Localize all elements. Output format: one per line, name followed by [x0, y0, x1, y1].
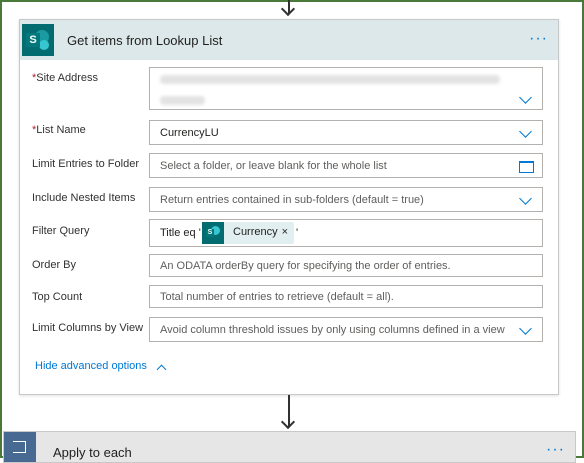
filter-query-field[interactable]: Title eq ' S Currency × ' — [149, 219, 543, 247]
limit-folder-placeholder: Select a folder, or leave blank for the … — [160, 159, 387, 172]
filter-query-label: Filter Query — [32, 225, 90, 237]
card-header[interactable]: S Get items from Lookup List ··· — [20, 20, 558, 60]
chevron-down-icon[interactable] — [519, 91, 532, 104]
more-options-button[interactable]: ··· — [529, 30, 548, 48]
connector-arrow-bottom — [280, 395, 296, 430]
order-by-placeholder: An ODATA orderBy query for specifying th… — [160, 259, 451, 272]
action-card-get-items: S Get items from Lookup List ··· *Site A… — [19, 19, 559, 395]
chevron-down-icon[interactable] — [519, 125, 532, 138]
sharepoint-icon: S — [202, 222, 224, 244]
hide-advanced-options-link[interactable]: Hide advanced options — [35, 360, 147, 372]
limit-folder-label: Limit Entries to Folder — [32, 158, 139, 170]
connector-arrow-top — [280, 0, 296, 18]
limit-columns-label: Limit Columns by View — [32, 322, 144, 334]
top-count-label: Top Count — [32, 291, 83, 303]
limit-columns-value: Avoid column threshold issues by only us… — [160, 323, 505, 336]
limit-folder-field[interactable]: Select a folder, or leave blank for the … — [149, 153, 543, 178]
card-title: Get items from Lookup List — [67, 33, 223, 48]
token-close-icon[interactable]: × — [282, 226, 288, 238]
site-address-field[interactable] — [149, 67, 543, 110]
chevron-down-icon[interactable] — [519, 192, 532, 205]
chevron-up-icon[interactable] — [156, 364, 167, 375]
filter-query-prefix: Title eq ' — [160, 227, 201, 239]
more-options-button[interactable]: ··· — [546, 441, 565, 459]
list-name-label: *List Name — [32, 124, 86, 136]
filter-query-suffix: ' — [296, 227, 299, 239]
chevron-down-icon[interactable] — [519, 322, 532, 335]
list-name-field[interactable]: CurrencyLU — [149, 120, 543, 145]
site-address-blurred-value — [160, 75, 500, 84]
nested-items-field[interactable]: Return entries contained in sub-folders … — [149, 187, 543, 212]
limit-columns-field[interactable]: Avoid column threshold issues by only us… — [149, 317, 543, 342]
token-label: Currency — [233, 226, 278, 238]
action-card-apply-to-each[interactable]: Apply to each ··· — [3, 431, 576, 463]
folder-icon[interactable] — [519, 161, 534, 173]
sharepoint-icon: S — [22, 24, 54, 56]
nested-items-label: Include Nested Items — [32, 192, 136, 204]
list-name-value: CurrencyLU — [160, 126, 219, 139]
nested-items-value: Return entries contained in sub-folders … — [160, 193, 424, 206]
top-count-field[interactable]: Total number of entries to retrieve (def… — [149, 285, 543, 308]
dynamic-content-token[interactable]: S Currency × — [202, 222, 294, 244]
order-by-field[interactable]: An ODATA orderBy query for specifying th… — [149, 254, 543, 277]
top-count-placeholder: Total number of entries to retrieve (def… — [160, 290, 394, 303]
site-address-label: *Site Address — [32, 72, 99, 84]
order-by-label: Order By — [32, 259, 77, 271]
